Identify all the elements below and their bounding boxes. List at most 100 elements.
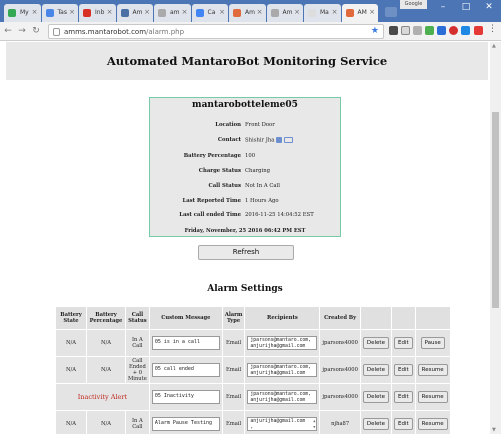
extension-icon[interactable]	[413, 26, 422, 35]
extension-icon[interactable]	[437, 26, 446, 35]
extension-icon[interactable]	[401, 26, 410, 35]
extension-icon[interactable]	[449, 26, 458, 35]
extension-icon[interactable]	[461, 26, 470, 35]
url-input[interactable]: amms.mantarobot.com/alarm.php ★	[48, 24, 384, 39]
recipients-cell: jparsons@mantaro.com, anjurijha@gmail.com	[245, 384, 320, 410]
scrollbar-thumb[interactable]	[492, 112, 499, 308]
col-header: Custom Message	[149, 307, 222, 329]
battery-state-cell: N/A	[56, 357, 86, 383]
delete-button[interactable]: Delete	[362, 337, 389, 349]
delete-button[interactable]: Delete	[362, 391, 389, 403]
pause-button[interactable]: Pause	[420, 337, 445, 349]
close-tab-icon[interactable]: ×	[257, 8, 263, 16]
drive-icon	[8, 9, 16, 17]
custom-message-input[interactable]: 05 call ended	[151, 363, 220, 377]
battery-state-cell: N/A	[56, 411, 86, 434]
edit-button[interactable]: Edit	[393, 337, 413, 349]
message-cell: 05 is in a call	[149, 330, 222, 356]
close-tab-icon[interactable]: ×	[332, 8, 338, 16]
contact-card-icon[interactable]	[284, 137, 294, 143]
delete-cell: Delete	[360, 330, 391, 356]
close-tab-icon[interactable]: ×	[107, 8, 113, 16]
bookmark-star-icon[interactable]: ★	[371, 26, 379, 36]
toggle-cell: Pause	[415, 330, 450, 356]
alarm-row: Inactivity Alert 05 Inactivity Email jpa…	[56, 384, 450, 410]
inactivity-alert-cell: Inactivity Alert	[56, 384, 149, 410]
browser-tab[interactable]: Tas ×	[41, 4, 78, 22]
browser-tab[interactable]: Inb ×	[79, 4, 116, 22]
tab-label: Inb	[95, 9, 105, 16]
browser-tab[interactable]: Am ×	[116, 4, 153, 22]
edit-button[interactable]: Edit	[393, 391, 413, 403]
browser-tab[interactable]: Ca ×	[191, 4, 228, 22]
close-tab-icon[interactable]: ×	[294, 8, 300, 16]
close-tab-icon[interactable]: ×	[32, 8, 38, 16]
extension-icon[interactable]	[389, 26, 398, 35]
close-tab-icon[interactable]: ×	[369, 8, 375, 16]
extension-icon[interactable]	[474, 26, 483, 35]
edit-button[interactable]: Edit	[393, 364, 413, 376]
reload-icon[interactable]: ↻	[31, 26, 41, 37]
refresh-button[interactable]: Refresh	[198, 245, 294, 260]
toggle-cell: Resume	[415, 384, 450, 410]
menu-icon[interactable]: ⋮	[488, 24, 497, 34]
call-status-cell: Call Ended + 0 Minute	[126, 357, 149, 383]
extension-icon[interactable]	[425, 26, 434, 35]
close-window-icon[interactable]: ✕	[482, 1, 496, 13]
edit-cell: Edit	[391, 411, 415, 434]
tab-label: Am	[245, 9, 255, 16]
call-status-cell: In A Call	[126, 411, 149, 434]
alarm-row: N/A N/A In A Call Alarm Pause Testing Em…	[56, 411, 450, 434]
contact-name: Shishir Jha	[245, 137, 275, 144]
recipients-textarea[interactable]: anjurijha@gmail.com, ▲ ▼	[247, 417, 318, 431]
page-icon	[308, 9, 316, 17]
alarm-type-cell: Email	[222, 411, 245, 434]
page-title: Automated MantaroBot Monitoring Service	[6, 42, 488, 80]
close-tab-icon[interactable]: ×	[69, 8, 75, 16]
browser-tab[interactable]: Am ×	[266, 4, 303, 22]
tab-label: My	[20, 9, 29, 16]
close-tab-icon[interactable]: ×	[144, 8, 150, 16]
resume-button[interactable]: Resume	[417, 418, 448, 430]
recipients-textarea[interactable]: jparsons@mantaro.com, anjurijha@gmail.com	[247, 336, 318, 350]
browser-tab[interactable]: Am ×	[229, 4, 266, 22]
custom-message-input[interactable]: Alarm Pause Testing	[151, 417, 220, 431]
maximize-icon[interactable]: □	[459, 1, 473, 13]
alarm-row: N/A N/A Call Ended + 0 Minute 05 call en…	[56, 357, 450, 383]
minimize-icon[interactable]: –	[436, 1, 450, 13]
resume-button[interactable]: Resume	[417, 364, 448, 376]
recipients-textarea[interactable]: jparsons@mantaro.com, anjurijha@gmail.com	[247, 363, 318, 377]
close-tab-icon[interactable]: ×	[182, 8, 188, 16]
scroll-down-icon[interactable]: ▼	[492, 427, 496, 433]
message-cell: 05 call ended	[149, 357, 222, 383]
scroll-up-icon[interactable]: ▲	[492, 43, 496, 49]
browser-tab[interactable]: am ×	[154, 4, 191, 22]
profile-button[interactable]: Google	[400, 0, 427, 9]
battery-state-cell: N/A	[56, 330, 86, 356]
custom-message-input[interactable]: 05 Inactivity	[151, 390, 220, 404]
device-status-card: mantarobotteleme05 Location: Front Door C…	[149, 97, 341, 237]
resume-button[interactable]: Resume	[417, 391, 448, 403]
new-tab-button[interactable]	[385, 7, 397, 17]
delete-button[interactable]: Delete	[362, 418, 389, 430]
tab-label: Ma	[320, 9, 329, 16]
tab-label: Ca	[207, 9, 216, 16]
edit-cell: Edit	[391, 330, 415, 356]
close-tab-icon[interactable]: ×	[219, 8, 225, 16]
tab-label: Am	[132, 9, 143, 16]
browser-tab[interactable]: Ma ×	[304, 4, 341, 22]
page-scrollbar[interactable]: ▲ ▼	[490, 42, 501, 434]
forward-icon[interactable]: →	[17, 26, 27, 37]
call-status-cell: In A Call	[126, 330, 149, 356]
edit-button[interactable]: Edit	[393, 418, 413, 430]
edit-icon[interactable]	[276, 137, 283, 143]
delete-cell: Delete	[360, 357, 391, 383]
browser-tab[interactable]: My ×	[4, 4, 41, 22]
custom-message-input[interactable]: 05 is in a call	[151, 336, 220, 350]
recipients-cell: jparsons@mantaro.com, anjurijha@gmail.com	[245, 330, 320, 356]
recipients-textarea[interactable]: jparsons@mantaro.com, anjurijha@gmail.com	[247, 390, 318, 404]
browser-tab[interactable]: AM ×	[341, 4, 378, 22]
delete-button[interactable]: Delete	[362, 364, 389, 376]
textarea-scroll-icon[interactable]: ▲ ▼	[313, 419, 315, 430]
back-icon[interactable]: ←	[3, 26, 13, 37]
